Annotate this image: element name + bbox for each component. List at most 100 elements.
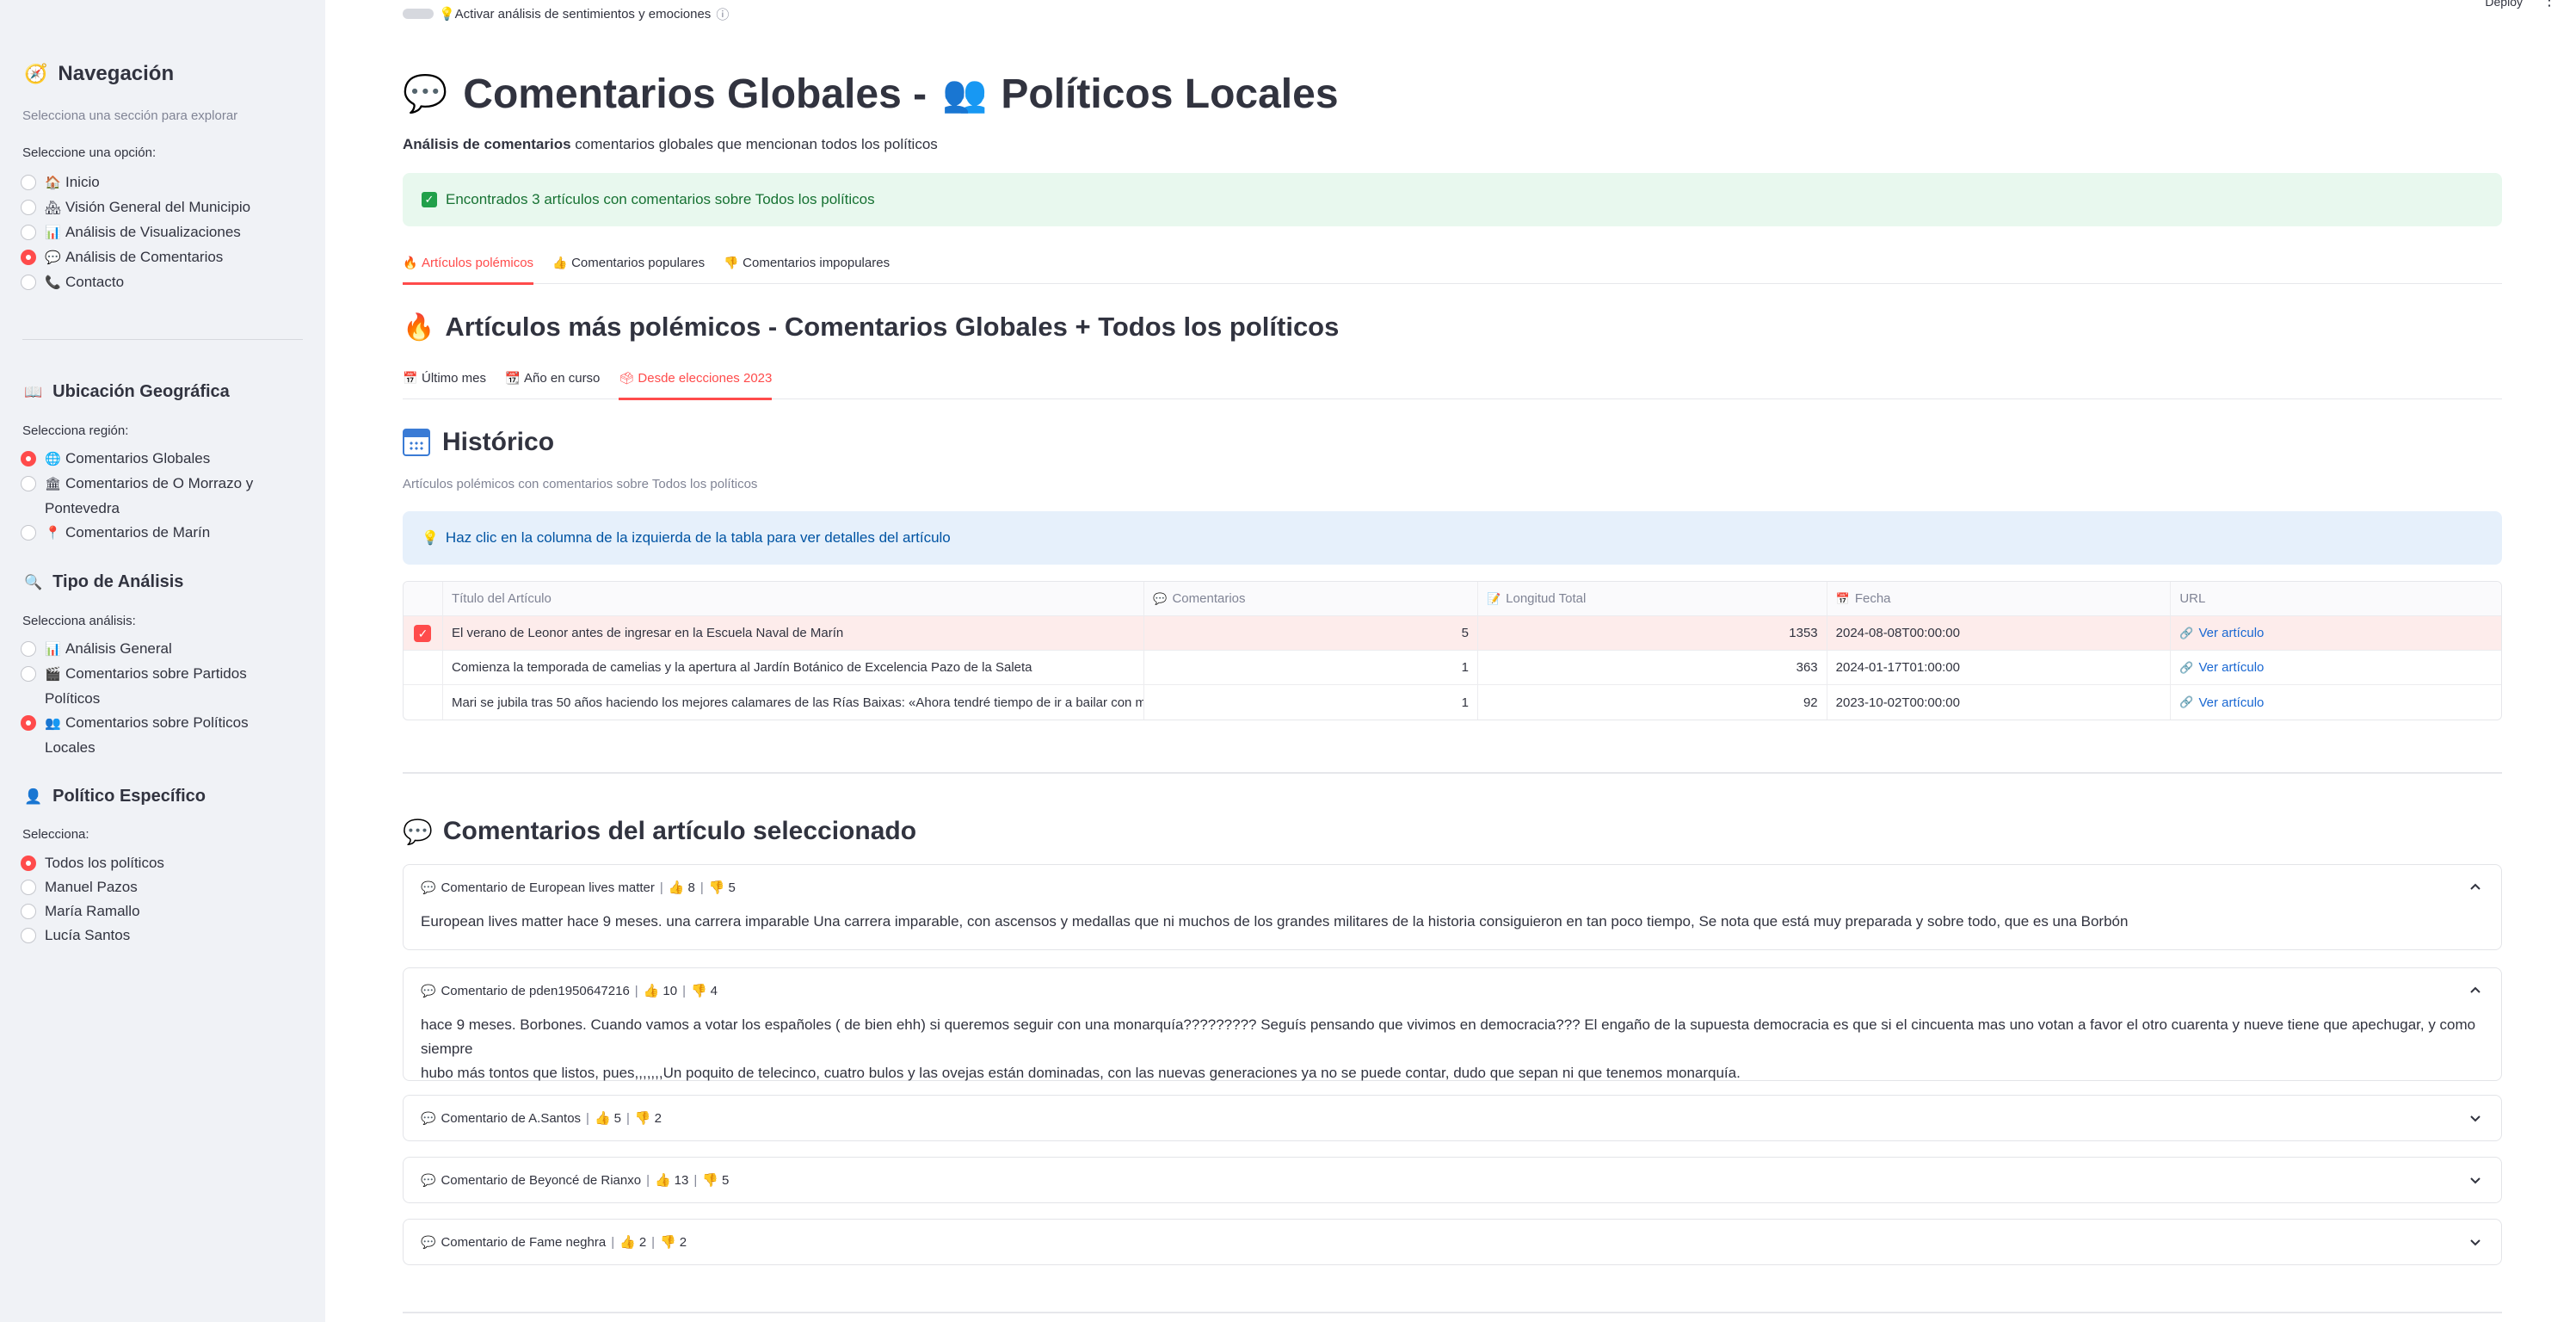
- radio-button[interactable]: [21, 715, 36, 731]
- radio-label: Lucía Santos: [45, 927, 131, 943]
- politician-section-title: 👤 Político Específico: [24, 787, 206, 806]
- option-emoji-icon: 📍: [45, 526, 61, 541]
- politician-option[interactable]: Lucía Santos: [21, 924, 164, 948]
- radio-text: 🏛 Comentarios de O Morrazo y Pontevedra: [45, 472, 253, 521]
- more-vertical-icon[interactable]: ⋮: [2542, 0, 2557, 9]
- dislikes-count: 4: [710, 983, 718, 998]
- radio-text: 📞 Contacto: [45, 270, 124, 295]
- analysis-option[interactable]: 📊 Análisis General: [21, 637, 249, 662]
- table-row[interactable]: ✓ El verano de Leonor antes de ingresar e…: [404, 616, 2501, 651]
- radio-button[interactable]: [21, 928, 36, 943]
- radio-button[interactable]: [21, 666, 36, 682]
- radio-label: Comentarios de Marín: [65, 524, 211, 541]
- chevron-down-icon[interactable]: [2467, 1109, 2484, 1127]
- comment-author: Comentario de Beyoncé de Rianxo: [441, 1172, 642, 1188]
- radio-text: Lucía Santos: [45, 924, 130, 948]
- comment-author: Comentario de European lives matter: [441, 880, 655, 895]
- comment-expander-header[interactable]: 💬 Comentario de European lives matter | 👍 8 |…: [404, 865, 2501, 910]
- nav-option[interactable]: 🏘 Visión General del Municipio: [21, 195, 250, 220]
- nav-option[interactable]: 🏠 Inicio: [21, 170, 250, 195]
- geo-radio-label: Selecciona región:: [22, 423, 129, 438]
- thumbs-up-icon: 👍: [668, 880, 685, 895]
- chevron-up-icon[interactable]: [2467, 982, 2484, 999]
- likes-count: 10: [662, 983, 678, 998]
- link-icon: 🔗: [2179, 626, 2194, 639]
- analysis-section-title: 🔍 Tipo de Análisis: [24, 572, 183, 592]
- nav-option[interactable]: 💬 Análisis de Comentarios: [21, 245, 250, 270]
- radio-button[interactable]: [21, 880, 36, 895]
- geo-radio-group: 🌐 Comentarios Globales 🏛 Comentarios de O M…: [21, 447, 253, 546]
- comment-expander-header[interactable]: 💬 Comentario de Beyoncé de Rianxo | 👍 13 | 👎 5: [404, 1158, 2501, 1202]
- period-tab[interactable]: 📅 Último mes: [403, 368, 486, 398]
- radio-text: 🌐 Comentarios Globales: [45, 447, 210, 472]
- radio-text-line: 🏘 Visión General del Municipio: [45, 195, 250, 220]
- politician-option[interactable]: María Ramallo: [21, 899, 164, 924]
- link-icon: 🔗: [2179, 660, 2194, 674]
- analysis-option[interactable]: 👥 Comentarios sobre Políticos Locales: [21, 711, 249, 760]
- geo-title-text: Ubicación Geográfica: [52, 382, 230, 401]
- radio-button[interactable]: [21, 476, 36, 491]
- option-emoji-icon: 🌐: [45, 452, 61, 466]
- radio-button[interactable]: [21, 904, 36, 919]
- radio-button[interactable]: [21, 225, 36, 240]
- col-header-comments[interactable]: 💬 Comentarios: [1144, 582, 1478, 615]
- row-select-cell[interactable]: [404, 685, 443, 720]
- geo-option[interactable]: 🌐 Comentarios Globales: [21, 447, 253, 472]
- deploy-button[interactable]: Deploy: [2485, 0, 2523, 9]
- link-icon: 🔗: [2179, 695, 2194, 708]
- toggle-switch[interactable]: [403, 9, 434, 19]
- info-message: Haz clic en la columna de la izquierda d…: [445, 529, 951, 546]
- nav-option[interactable]: 📊 Análisis de Visualizaciones: [21, 220, 250, 245]
- col-header-title[interactable]: Título del Artículo: [443, 582, 1145, 615]
- cell-length: 363: [1478, 651, 1827, 684]
- period-tab[interactable]: 📆 Año en curso: [505, 368, 600, 398]
- table-row[interactable]: Mari se jubila tras 50 años haciendo los…: [404, 685, 2501, 720]
- radio-button[interactable]: [21, 275, 36, 290]
- geo-option[interactable]: 🏛 Comentarios de O Morrazo y Pontevedra: [21, 472, 253, 521]
- sentiment-toggle[interactable]: 💡Activar análisis de sentimientos y emoc…: [403, 5, 729, 22]
- politician-option[interactable]: Todos los políticos: [21, 851, 164, 875]
- radio-button[interactable]: [21, 250, 36, 265]
- col-header-length[interactable]: 📝 Longitud Total: [1478, 582, 1827, 615]
- row-select-cell[interactable]: ✓: [404, 616, 443, 650]
- chevron-down-icon[interactable]: [2467, 1233, 2484, 1251]
- radio-button[interactable]: [21, 856, 36, 871]
- article-link[interactable]: Ver artículo: [2199, 695, 2265, 710]
- comment-expander-header[interactable]: 💬 Comentario de A.Santos | 👍 5 | 👎 2: [404, 1096, 2501, 1140]
- checkbox-checked-icon[interactable]: ✓: [414, 624, 432, 642]
- main-tab[interactable]: 👍 Comentarios populares: [552, 253, 705, 283]
- geo-option[interactable]: 📍 Comentarios de Marín: [21, 521, 253, 546]
- article-link[interactable]: Ver artículo: [2199, 660, 2265, 675]
- radio-button[interactable]: [21, 200, 36, 215]
- radio-button[interactable]: [21, 175, 36, 190]
- politician-option[interactable]: Manuel Pazos: [21, 875, 164, 899]
- success-message: Encontrados 3 artículos con comentarios …: [446, 191, 875, 207]
- radio-button[interactable]: [21, 641, 36, 657]
- comment-expander-header[interactable]: 💬 Comentario de pden1950647216 | 👍 10 | 👎 4: [404, 968, 2501, 1013]
- tab-label: Último mes: [422, 371, 487, 386]
- comment-expander-header[interactable]: 💬 Comentario de Fame neghra | 👍 2 | 👎 2: [404, 1220, 2501, 1264]
- info-alert: 💡 Haz clic en la columna de la izquierda…: [403, 511, 2502, 565]
- radio-button[interactable]: [21, 451, 36, 466]
- nav-option[interactable]: 📞 Contacto: [21, 270, 250, 295]
- help-icon[interactable]: ⓘ: [716, 5, 729, 23]
- main-tab[interactable]: 👎 Comentarios impopulares: [724, 253, 890, 283]
- article-link[interactable]: Ver artículo: [2199, 626, 2265, 640]
- chevron-up-icon[interactable]: [2467, 879, 2484, 896]
- radio-label: Contacto: [65, 274, 125, 290]
- nav-title-text: Navegación: [58, 62, 175, 85]
- option-emoji-icon: 📞: [45, 275, 61, 290]
- col-header-url[interactable]: URL: [2171, 582, 2501, 615]
- col-header-date[interactable]: 📅 Fecha: [1827, 582, 2172, 615]
- period-tab[interactable]: 🗳 Desde elecciones 2023: [619, 368, 772, 400]
- analysis-option[interactable]: 🎬 Comentarios sobre Partidos Políticos: [21, 662, 249, 711]
- table-row[interactable]: Comienza la temporada de camelias y la a…: [404, 651, 2501, 685]
- page-title: 💬 Comentarios Globales - 👥 Políticos Loc…: [403, 69, 1339, 119]
- separator: |: [693, 1172, 698, 1188]
- cell-date: 2024-01-17T01:00:00: [1827, 651, 2172, 684]
- row-select-cell[interactable]: [404, 651, 443, 684]
- chevron-down-icon[interactable]: [2467, 1171, 2484, 1189]
- main-tab[interactable]: 🔥 Artículos polémicos: [403, 253, 534, 285]
- radio-label: Análisis de Comentarios: [65, 249, 224, 265]
- radio-button[interactable]: [21, 525, 36, 541]
